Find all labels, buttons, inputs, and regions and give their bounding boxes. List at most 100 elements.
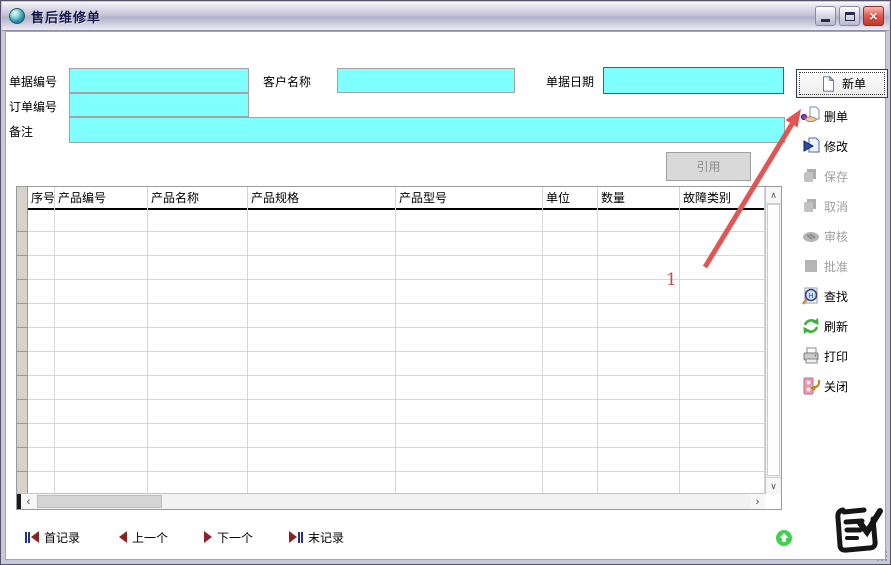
table-row[interactable]	[17, 280, 765, 304]
table-cell	[248, 400, 396, 424]
delete-order-button[interactable]: 删单	[801, 104, 889, 128]
table-cell	[28, 280, 55, 304]
table-cell	[396, 400, 543, 424]
column-header-seq[interactable]: 序号	[28, 187, 55, 208]
horizontal-scrollbar[interactable]: ‹ ›	[17, 493, 765, 509]
nav-label: 下一个	[217, 529, 253, 546]
row-selector-header[interactable]	[17, 187, 28, 208]
column-header-quantity[interactable]: 数量	[598, 187, 680, 208]
table-cell	[598, 280, 680, 304]
order-number-input[interactable]	[69, 93, 249, 117]
toolbar-button-label: 修改	[824, 138, 848, 155]
table-cell	[148, 472, 248, 494]
table-row[interactable]	[17, 232, 765, 256]
table-cell	[28, 256, 55, 280]
table-cell	[680, 280, 765, 304]
customer-name-input[interactable]	[337, 68, 515, 93]
table-row[interactable]	[17, 328, 765, 352]
table-row[interactable]	[17, 256, 765, 280]
last-record-button[interactable]: 末记录	[289, 528, 344, 546]
table-body	[17, 208, 765, 494]
review-button[interactable]: 审核	[801, 224, 889, 248]
nav-label: 上一个	[132, 529, 168, 546]
minimize-icon	[821, 19, 830, 22]
column-header-product-spec[interactable]: 产品规格	[248, 187, 396, 208]
table-row[interactable]	[17, 448, 765, 472]
table-cell	[598, 352, 680, 376]
approve-button[interactable]: 批准	[801, 254, 889, 278]
toolbar-button-label: 批准	[824, 258, 848, 275]
print-button[interactable]: 打印	[801, 344, 889, 368]
table-cell	[543, 448, 598, 472]
table-cell	[248, 376, 396, 400]
document-number-input[interactable]	[69, 68, 249, 93]
table-row[interactable]	[17, 208, 765, 232]
minimize-button[interactable]	[815, 6, 836, 26]
close-form-button[interactable]: 关闭	[801, 374, 889, 398]
table-cell	[55, 424, 148, 448]
horizontal-scrollbar-thumb[interactable]	[37, 495, 162, 508]
table-row[interactable]	[17, 400, 765, 424]
nav-label: 末记录	[308, 529, 344, 546]
table-cell	[248, 328, 396, 352]
next-record-icon	[204, 531, 212, 543]
new-order-button[interactable]: 新单	[796, 69, 888, 98]
scroll-left-arrow[interactable]: ‹	[21, 494, 36, 509]
maximize-button[interactable]	[839, 6, 860, 26]
table-header-row: 序号 产品编号 产品名称 产品规格 产品型号 单位 数量 故障类别	[17, 187, 765, 210]
vertical-scrollbar[interactable]: ∧ ∨	[765, 187, 781, 494]
next-record-button[interactable]: 下一个	[204, 528, 253, 546]
table-cell	[680, 256, 765, 280]
table-cell	[148, 232, 248, 256]
table-cell	[248, 352, 396, 376]
column-header-unit[interactable]: 单位	[543, 187, 598, 208]
document-date-input[interactable]	[603, 67, 784, 94]
review-icon	[801, 226, 821, 246]
find-button[interactable]: H 查找	[801, 284, 889, 308]
table-row[interactable]	[17, 304, 765, 328]
table-row[interactable]	[17, 376, 765, 400]
previous-record-button[interactable]: 上一个	[119, 528, 168, 546]
scroll-up-arrow[interactable]: ∧	[766, 187, 781, 204]
scroll-down-arrow[interactable]: ∨	[766, 477, 781, 494]
modify-button[interactable]: 修改	[801, 134, 889, 158]
table-cell	[55, 400, 148, 424]
table-cell	[396, 376, 543, 400]
document-number-label: 单据编号	[9, 73, 57, 90]
table-cell	[598, 304, 680, 328]
column-header-product-model[interactable]: 产品型号	[396, 187, 543, 208]
close-icon: ×	[869, 9, 877, 23]
vertical-scrollbar-thumb[interactable]	[767, 204, 780, 476]
cancel-button[interactable]: 取消	[801, 194, 889, 218]
app-icon	[9, 8, 25, 24]
table-row[interactable]	[17, 352, 765, 376]
row-selector-cell	[17, 472, 28, 494]
save-button[interactable]: 保存	[801, 164, 889, 188]
column-header-product-name[interactable]: 产品名称	[148, 187, 248, 208]
table-cell	[55, 280, 148, 304]
reference-button[interactable]: 引用	[666, 152, 751, 181]
remarks-input[interactable]	[69, 117, 785, 143]
table-cell	[28, 376, 55, 400]
table-row[interactable]	[17, 424, 765, 448]
previous-record-icon	[119, 531, 127, 543]
column-header-product-number[interactable]: 产品编号	[55, 187, 148, 208]
table-cell	[28, 232, 55, 256]
row-selector-cell	[17, 208, 28, 232]
scroll-right-arrow[interactable]: ›	[750, 494, 765, 509]
table-cell	[148, 352, 248, 376]
resize-grip[interactable]	[877, 551, 887, 561]
table-row[interactable]	[17, 472, 765, 494]
table-cell	[543, 400, 598, 424]
table-cell	[248, 256, 396, 280]
first-record-button[interactable]: 首记录	[25, 528, 80, 546]
toolbar-button-label: 刷新	[824, 318, 848, 335]
refresh-button[interactable]: 刷新	[801, 314, 889, 338]
table-cell	[680, 424, 765, 448]
row-selector-cell	[17, 304, 28, 328]
toolbar-button-label: 关闭	[824, 378, 848, 395]
close-button[interactable]: ×	[863, 6, 884, 26]
column-header-fault-category[interactable]: 故障类别	[680, 187, 765, 208]
table-cell	[28, 304, 55, 328]
table-cell	[396, 352, 543, 376]
